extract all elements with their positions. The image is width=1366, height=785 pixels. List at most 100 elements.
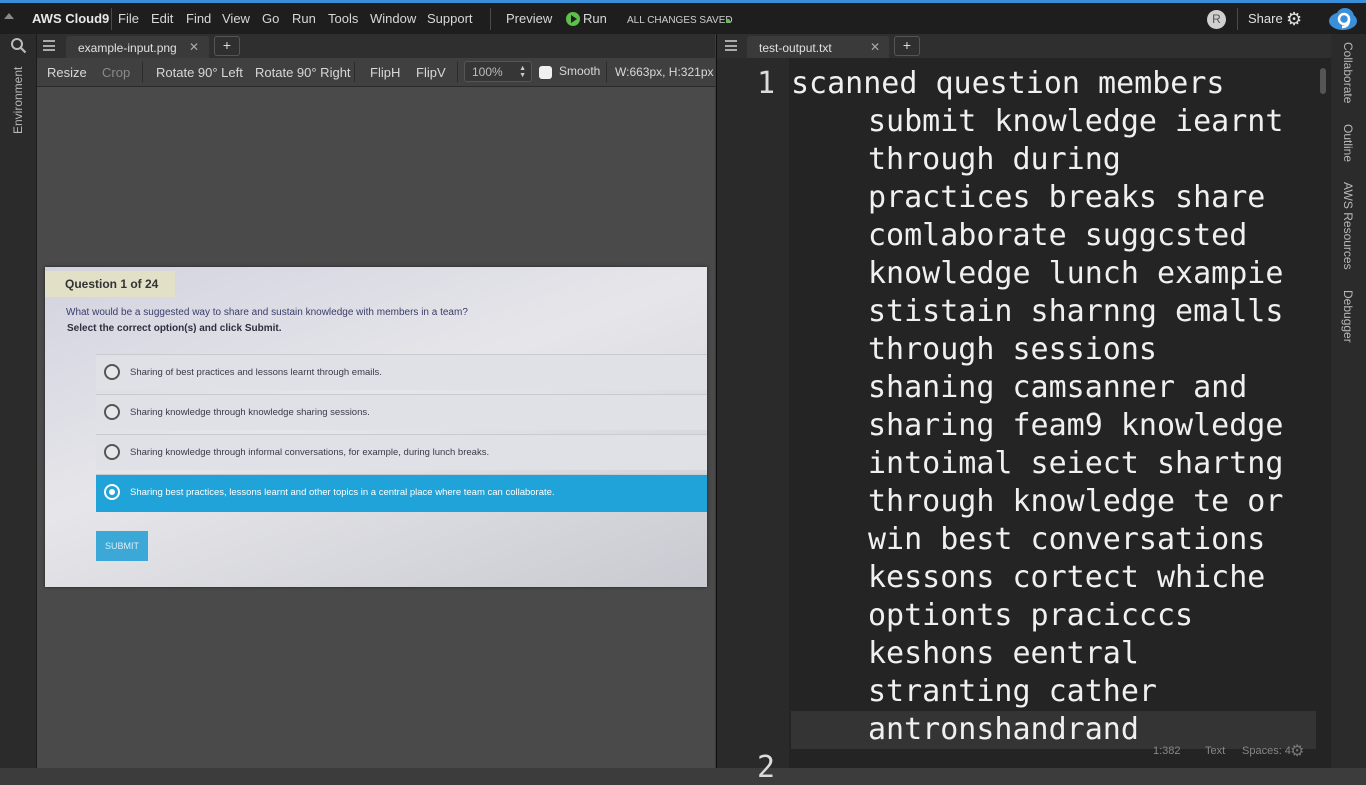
question-heading: Question 1 of 24 bbox=[45, 271, 175, 297]
text-line: shaning camsanner and bbox=[868, 370, 1248, 405]
save-status-dot-icon bbox=[726, 19, 730, 23]
line-number-gutter: 1 2 bbox=[717, 58, 789, 785]
close-tab-icon[interactable]: ✕ bbox=[189, 40, 199, 54]
text-line: optionts pracicccs bbox=[868, 598, 1194, 633]
text-line: comlaborate suggcsted bbox=[868, 218, 1248, 253]
zoom-stepper[interactable]: 100% ▲ ▼ bbox=[464, 61, 532, 82]
answer-option-text: Sharing best practices, lessons learnt a… bbox=[130, 487, 555, 498]
editor-settings-gear-icon[interactable]: ⚙ bbox=[1290, 741, 1304, 761]
indent-setting[interactable]: Spaces: 4 bbox=[1242, 745, 1291, 757]
answer-option-text: Sharing knowledge through knowledge shar… bbox=[130, 407, 370, 418]
tab-example-input[interactable]: example-input.png ✕ bbox=[66, 36, 209, 58]
outline-panel-tab[interactable]: Outline bbox=[1341, 124, 1355, 162]
run-icon[interactable] bbox=[566, 12, 580, 26]
menu-edit[interactable]: Edit bbox=[151, 11, 173, 26]
run-button[interactable]: Run bbox=[583, 11, 607, 26]
right-sidebar: Collaborate Outline AWS Resources Debugg… bbox=[1330, 34, 1366, 768]
divider bbox=[354, 62, 355, 82]
divider bbox=[606, 62, 607, 82]
text-tab-bar: test-output.txt ✕ + bbox=[717, 34, 1331, 58]
radio-icon bbox=[104, 364, 120, 380]
radio-selected-icon bbox=[104, 484, 120, 500]
syntax-mode[interactable]: Text bbox=[1205, 745, 1225, 757]
flip-horizontal-button[interactable]: FlipH bbox=[370, 65, 400, 80]
menu-file[interactable]: File bbox=[118, 11, 139, 26]
share-button[interactable]: Share bbox=[1248, 11, 1283, 26]
stepper-arrows-icon[interactable]: ▲ ▼ bbox=[519, 65, 526, 79]
environment-panel-tab[interactable]: Environment bbox=[11, 67, 25, 134]
image-toolbar: Resize Crop Rotate 90° Left Rotate 90° R… bbox=[37, 58, 715, 87]
crop-button[interactable]: Crop bbox=[102, 65, 130, 80]
answer-option: Sharing of best practices and lessons le… bbox=[96, 354, 707, 390]
tab-test-output[interactable]: test-output.txt ✕ bbox=[747, 36, 889, 58]
menu-window[interactable]: Window bbox=[370, 11, 416, 26]
divider bbox=[457, 62, 458, 82]
text-line: sharing feam9 knowledge bbox=[868, 408, 1284, 443]
debugger-panel-tab[interactable]: Debugger bbox=[1341, 290, 1355, 343]
save-status: ALL CHANGES SAVED bbox=[627, 15, 733, 26]
tab-label: example-input.png bbox=[78, 41, 177, 55]
submit-button-photo: SUBMIT bbox=[96, 531, 148, 561]
answer-option-text: Sharing of best practices and lessons le… bbox=[130, 367, 382, 378]
question-text: What would be a suggested way to share a… bbox=[66, 307, 468, 318]
user-avatar[interactable]: R bbox=[1207, 10, 1226, 29]
text-line: intoimal seiect shartng bbox=[868, 446, 1284, 481]
question-instruction: Select the correct option(s) and click S… bbox=[67, 323, 282, 334]
divider bbox=[142, 62, 143, 82]
resize-button[interactable]: Resize bbox=[47, 65, 87, 80]
rotate-right-button[interactable]: Rotate 90° Right bbox=[255, 65, 351, 80]
text-line: through knowledge te or bbox=[868, 484, 1284, 519]
text-line: knowledge lunch exampie bbox=[868, 256, 1284, 291]
smooth-label: Smooth bbox=[559, 64, 601, 78]
text-line: stranting cather bbox=[868, 674, 1157, 709]
divider bbox=[111, 8, 112, 30]
image-dimensions: W:663px, H:321px bbox=[615, 65, 714, 79]
answer-option-selected: Sharing best practices, lessons learnt a… bbox=[96, 474, 707, 512]
zoom-value: 100% bbox=[472, 65, 503, 79]
menu-find[interactable]: Find bbox=[186, 11, 211, 26]
cursor-position[interactable]: 1:382 bbox=[1153, 745, 1181, 757]
close-tab-icon[interactable]: ✕ bbox=[870, 40, 880, 54]
preview-button[interactable]: Preview bbox=[506, 11, 552, 26]
rotate-left-button[interactable]: Rotate 90° Left bbox=[156, 65, 243, 80]
top-menu-bar: AWS Cloud9 File Edit Find View Go Run To… bbox=[0, 0, 1366, 34]
text-line: kessons cortect whiche bbox=[868, 560, 1266, 595]
menu-tools[interactable]: Tools bbox=[328, 11, 358, 26]
editor-status-bar: 1:382 Text Spaces: 4 ⚙ bbox=[1147, 742, 1327, 762]
menu-support[interactable]: Support bbox=[427, 11, 473, 26]
tab-list-icon[interactable] bbox=[725, 40, 737, 51]
new-tab-button[interactable]: + bbox=[214, 36, 240, 56]
text-line: through sessions bbox=[868, 332, 1157, 367]
collapse-menu-icon[interactable] bbox=[4, 13, 14, 19]
radio-icon bbox=[104, 444, 120, 460]
text-line: win best conversations bbox=[868, 522, 1266, 557]
cloud9-logo-icon[interactable] bbox=[1328, 6, 1358, 32]
answer-option-text: Sharing knowledge through informal conve… bbox=[130, 447, 490, 458]
collaborate-panel-tab[interactable]: Collaborate bbox=[1341, 42, 1355, 103]
divider bbox=[490, 8, 491, 30]
text-line: stistain sharnng emalls bbox=[868, 294, 1284, 329]
text-line: keshons eentral bbox=[868, 636, 1139, 671]
preferences-gear-icon[interactable]: ⚙ bbox=[1286, 9, 1302, 30]
menu-view[interactable]: View bbox=[222, 11, 250, 26]
new-tab-button[interactable]: + bbox=[894, 36, 920, 56]
left-sidebar: Environment bbox=[0, 34, 37, 768]
search-icon[interactable] bbox=[10, 37, 27, 54]
vertical-scrollbar[interactable] bbox=[1320, 68, 1326, 94]
smooth-checkbox[interactable] bbox=[539, 66, 552, 79]
image-preview: Question 1 of 24 What would be a suggest… bbox=[45, 267, 707, 587]
flip-vertical-button[interactable]: FlipV bbox=[416, 65, 446, 80]
menu-run[interactable]: Run bbox=[292, 11, 316, 26]
text-editor-content[interactable]: scanned question members submit knowledg… bbox=[791, 65, 1316, 749]
text-line: submit knowledge iearnt bbox=[868, 104, 1284, 139]
tab-list-icon[interactable] bbox=[43, 40, 55, 51]
text-line: scanned question members bbox=[791, 66, 1225, 101]
menu-go[interactable]: Go bbox=[262, 11, 279, 26]
brand-menu[interactable]: AWS Cloud9 bbox=[32, 11, 109, 26]
radio-icon bbox=[104, 404, 120, 420]
line-number: 1 bbox=[756, 66, 775, 101]
answer-option: Sharing knowledge through knowledge shar… bbox=[96, 394, 707, 430]
divider bbox=[1237, 8, 1238, 30]
text-editor-pane: test-output.txt ✕ + 1 2 scanned question… bbox=[716, 34, 1331, 785]
aws-resources-panel-tab[interactable]: AWS Resources bbox=[1341, 182, 1355, 270]
